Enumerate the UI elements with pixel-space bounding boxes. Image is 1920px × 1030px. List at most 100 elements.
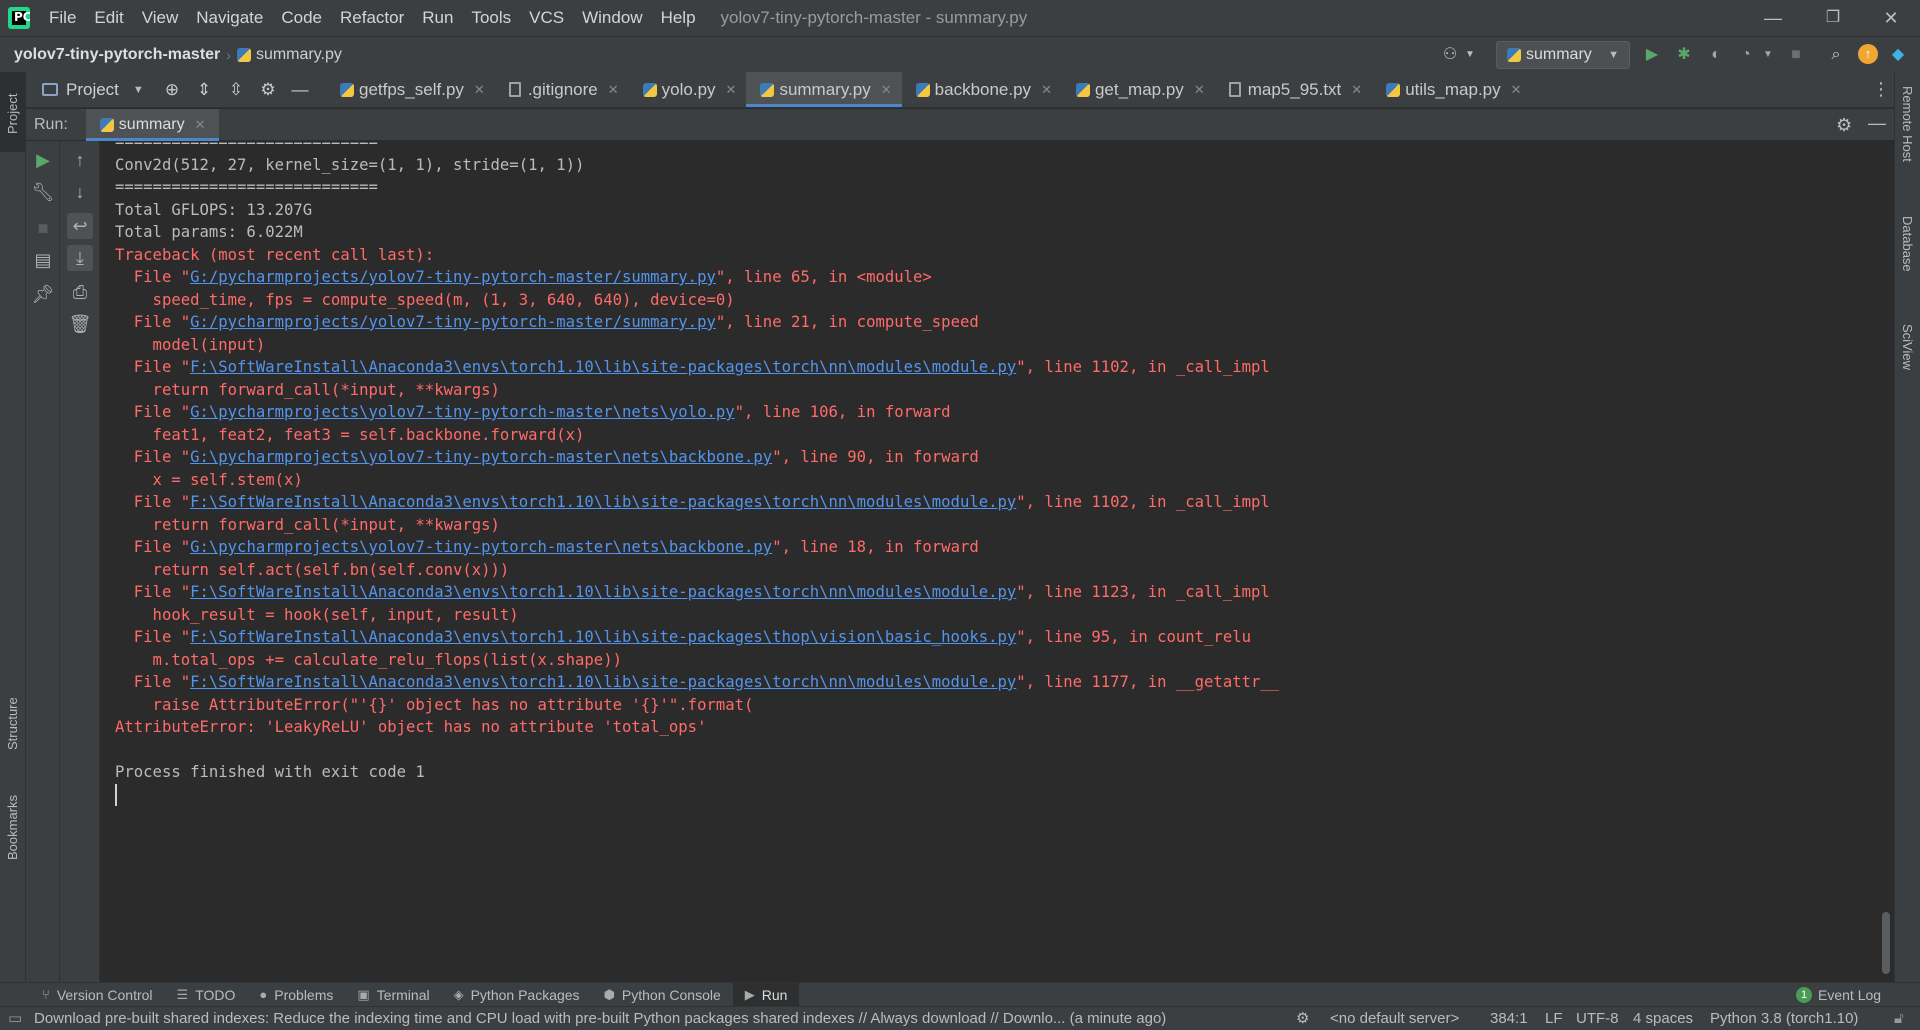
debug-icon[interactable]: ✱ bbox=[1674, 45, 1694, 65]
file-path-link[interactable]: F:\SoftWareInstall\Anaconda3\envs\torch1… bbox=[190, 673, 1016, 691]
editor-tab[interactable]: get_map.py ✕ bbox=[1062, 72, 1215, 107]
event-log-button[interactable]: 1 Event Log bbox=[1796, 983, 1881, 1007]
status-indent[interactable]: 4 spaces bbox=[1633, 1007, 1693, 1030]
search-icon[interactable]: ⌕ bbox=[1826, 45, 1846, 65]
run-configuration-select[interactable]: summary ▼ bbox=[1496, 41, 1630, 69]
file-path-link[interactable]: F:\SoftWareInstall\Anaconda3\envs\torch1… bbox=[190, 628, 1016, 646]
hide-panel-icon[interactable]: — bbox=[284, 72, 316, 107]
file-path-link[interactable]: G:\pycharmprojects\yolov7-tiny-pytorch-m… bbox=[190, 448, 772, 466]
menu-view[interactable]: View bbox=[133, 0, 188, 36]
more-run-options-icon[interactable]: ▼ bbox=[1758, 45, 1778, 65]
menu-run[interactable]: Run bbox=[413, 0, 462, 36]
status-server[interactable]: <no default server> bbox=[1330, 1007, 1459, 1030]
rerun-icon[interactable]: ▶ bbox=[30, 147, 56, 173]
breadcrumb-project[interactable]: yolov7-tiny-pytorch-master bbox=[14, 46, 220, 64]
file-path-link[interactable]: F:\SoftWareInstall\Anaconda3\envs\torch1… bbox=[190, 493, 1016, 511]
restore-button[interactable]: ❐ bbox=[1804, 0, 1862, 36]
minimize-button[interactable]: — bbox=[1744, 0, 1802, 36]
editor-tab[interactable]: getfps_self.py ✕ bbox=[326, 72, 495, 107]
tool-button-todo[interactable]: ☰ TODO bbox=[165, 983, 248, 1007]
coverage-icon[interactable]: ◐ bbox=[1706, 45, 1726, 65]
file-path-link[interactable]: G:\pycharmprojects\yolov7-tiny-pytorch-m… bbox=[190, 538, 772, 556]
tool-button-version-control[interactable]: ⑂ Version Control bbox=[30, 983, 165, 1007]
menu-tools[interactable]: Tools bbox=[462, 0, 520, 36]
editor-tab[interactable]: utils_map.py ✕ bbox=[1372, 72, 1531, 107]
scroll-to-end-icon[interactable]: ⤓ bbox=[67, 245, 93, 271]
menu-vcs[interactable]: VCS bbox=[520, 0, 573, 36]
file-path-link[interactable]: G:\pycharmprojects\yolov7-tiny-pytorch-m… bbox=[190, 403, 735, 421]
file-path-link[interactable]: F:\SoftWareInstall\Anaconda3\envs\torch1… bbox=[190, 583, 1016, 601]
tool-button-problems[interactable]: ● Problems bbox=[247, 983, 345, 1007]
expand-all-icon[interactable]: ⇕ bbox=[188, 72, 220, 107]
file-path-link[interactable]: F:\SoftWareInstall\Anaconda3\envs\torch1… bbox=[190, 358, 1016, 376]
status-interpreter[interactable]: Python 3.8 (torch1.10) bbox=[1710, 1007, 1858, 1030]
gear-icon[interactable]: ⚙ bbox=[252, 72, 284, 107]
status-encoding[interactable]: UTF-8 bbox=[1576, 1007, 1619, 1030]
collapse-all-icon[interactable]: ⇳ bbox=[220, 72, 252, 107]
tool-button-python-packages[interactable]: ◈ Python Packages bbox=[442, 983, 592, 1007]
wrench-icon[interactable]: 🔧︎ bbox=[30, 179, 56, 205]
print-icon[interactable]: ⎙ bbox=[67, 279, 93, 305]
file-path-link[interactable]: G:/pycharmprojects/yolov7-tiny-pytorch-m… bbox=[190, 268, 716, 286]
structure-tool-tab[interactable]: Structure bbox=[0, 672, 26, 752]
status-line-separator[interactable]: LF bbox=[1545, 1007, 1563, 1030]
close-tab-icon[interactable]: ✕ bbox=[881, 82, 892, 98]
arrow-down-icon[interactable]: ↓ bbox=[67, 179, 93, 205]
menu-refactor[interactable]: Refactor bbox=[331, 0, 413, 36]
update-icon[interactable]: ↑ bbox=[1858, 44, 1878, 64]
file-path-link[interactable]: G:/pycharmprojects/yolov7-tiny-pytorch-m… bbox=[190, 313, 716, 331]
project-tool-tab[interactable]: Project bbox=[0, 72, 26, 152]
lock-icon[interactable]: 🔓︎ bbox=[1894, 1007, 1904, 1030]
console-output-line: Conv2d(512, 27, kernel_size=(1, 1), stri… bbox=[115, 155, 585, 174]
close-tab-icon[interactable]: ✕ bbox=[1041, 82, 1052, 98]
tool-button-terminal[interactable]: ▣ Terminal bbox=[345, 983, 441, 1007]
close-tab-icon[interactable]: ✕ bbox=[1194, 82, 1205, 98]
close-tab-icon[interactable]: ✕ bbox=[1351, 82, 1362, 98]
status-message[interactable]: Download pre-built shared indexes: Reduc… bbox=[34, 1010, 1260, 1027]
stop-icon[interactable]: ■ bbox=[30, 215, 56, 241]
project-view-selector[interactable]: Project ▼ bbox=[26, 72, 156, 107]
menu-navigate[interactable]: Navigate bbox=[187, 0, 272, 36]
menu-file[interactable]: File bbox=[40, 0, 85, 36]
console-scrollbar[interactable] bbox=[1882, 912, 1890, 974]
editor-tab[interactable]: map5_95.txt ✕ bbox=[1215, 72, 1372, 107]
bookmarks-tool-tab[interactable]: Bookmarks bbox=[0, 772, 26, 862]
gear-icon[interactable]: ⚙ bbox=[1836, 115, 1852, 136]
menu-help[interactable]: Help bbox=[652, 0, 705, 36]
close-window-button[interactable]: ✕ bbox=[1862, 0, 1920, 36]
more-tabs-icon[interactable]: ⋮ bbox=[1868, 72, 1894, 107]
editor-tab[interactable]: .gitignore ✕ bbox=[495, 72, 629, 107]
layout-icon[interactable]: ▤ bbox=[30, 247, 56, 273]
breadcrumb-file[interactable]: summary.py bbox=[256, 46, 342, 64]
editor-tab[interactable]: summary.py ✕ bbox=[746, 72, 902, 107]
server-icon[interactable]: ⚙ bbox=[1296, 1007, 1309, 1030]
profile-icon[interactable]: ◔ bbox=[1736, 45, 1756, 65]
editor-tab[interactable]: backbone.py ✕ bbox=[902, 72, 1062, 107]
arrow-up-icon[interactable]: ↑ bbox=[67, 147, 93, 173]
trash-icon[interactable]: 🗑︎ bbox=[67, 311, 93, 337]
minimize-panel-icon[interactable]: — bbox=[1868, 113, 1886, 134]
menu-window[interactable]: Window bbox=[573, 0, 651, 36]
run-console[interactable]: ============================ Conv2d(512, … bbox=[100, 141, 1894, 982]
run-tab-summary[interactable]: summary ✕ bbox=[85, 108, 220, 141]
soft-wrap-icon[interactable]: ↩ bbox=[67, 213, 93, 239]
user-dropdown-icon[interactable]: ▼ bbox=[1460, 45, 1480, 65]
user-icon[interactable]: ⚇ bbox=[1440, 45, 1460, 65]
status-cursor-position[interactable]: 384:1 bbox=[1490, 1007, 1528, 1030]
editor-tab[interactable]: yolo.py ✕ bbox=[629, 72, 747, 107]
stop-icon[interactable]: ■ bbox=[1786, 45, 1806, 65]
close-tab-icon[interactable]: ✕ bbox=[608, 82, 619, 98]
close-tab-icon[interactable]: ✕ bbox=[726, 82, 737, 98]
pin-icon[interactable]: 📌︎ bbox=[30, 281, 56, 307]
close-tab-icon[interactable]: ✕ bbox=[474, 82, 485, 98]
panel-toggle-icon[interactable]: ▭ bbox=[8, 1007, 22, 1030]
tool-button-run[interactable]: ▶ Run bbox=[732, 982, 800, 1007]
locate-file-icon[interactable]: ⊕ bbox=[156, 72, 188, 107]
close-tab-icon[interactable]: ✕ bbox=[195, 117, 206, 133]
run-icon[interactable]: ▶ bbox=[1642, 45, 1662, 65]
toolbox-icon[interactable]: ◆ bbox=[1888, 45, 1908, 65]
tool-button-python-console[interactable]: ⬢ Python Console bbox=[592, 983, 733, 1007]
menu-edit[interactable]: Edit bbox=[85, 0, 132, 36]
menu-code[interactable]: Code bbox=[272, 0, 331, 36]
close-tab-icon[interactable]: ✕ bbox=[1511, 82, 1522, 98]
